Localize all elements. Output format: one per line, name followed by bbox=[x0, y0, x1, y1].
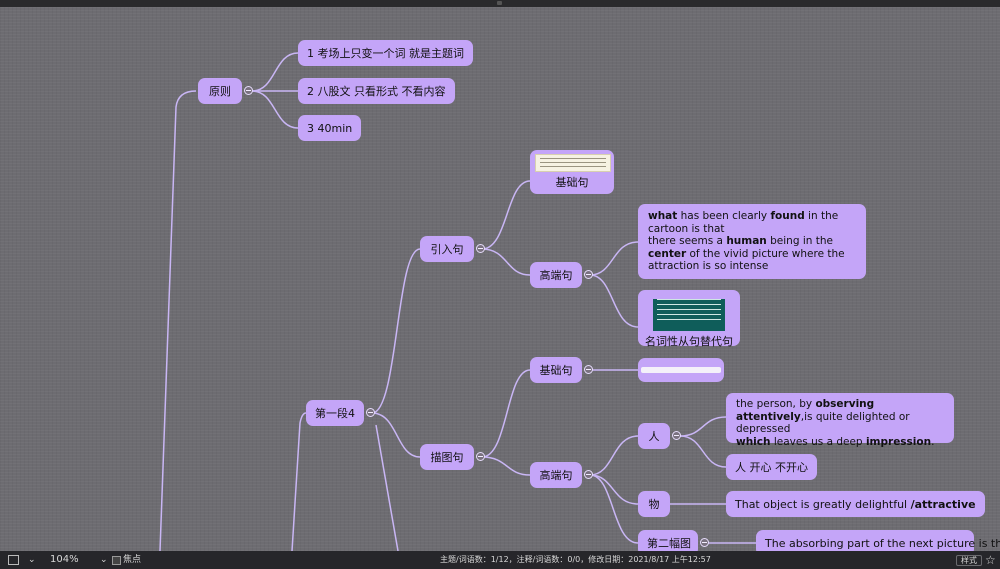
connector bbox=[589, 274, 639, 328]
collapse-toggle[interactable] bbox=[366, 408, 375, 417]
text-segment: center bbox=[648, 247, 687, 260]
focus-checkbox[interactable] bbox=[112, 556, 121, 565]
node-describe-basic[interactable]: 基础句 bbox=[530, 357, 582, 383]
collapse-toggle[interactable] bbox=[584, 470, 593, 479]
text-segment: That object is greatly delightful bbox=[735, 498, 911, 511]
status-bar: ⌄ 104% ⌄ 焦点 主题/词语数：1/12，注释/词语数：0/0，修改日期：… bbox=[0, 551, 1000, 569]
collapse-toggle[interactable] bbox=[672, 431, 681, 440]
node-label: 基础句 bbox=[555, 176, 589, 189]
connector bbox=[251, 90, 299, 129]
connector bbox=[371, 412, 421, 458]
connector bbox=[371, 248, 421, 414]
collapse-toggle[interactable] bbox=[476, 244, 485, 253]
text-segment: the person, by bbox=[736, 398, 816, 410]
sidebar-toggle-icon[interactable] bbox=[8, 555, 19, 565]
node-object[interactable]: 物 bbox=[638, 491, 670, 517]
node-principle-2[interactable]: 2 八股文 只看形式 不看内容 bbox=[298, 78, 455, 104]
node-person[interactable]: 人 bbox=[638, 423, 670, 449]
collapse-toggle[interactable] bbox=[476, 452, 485, 461]
node-intro-advanced-text[interactable]: what has been clearly found in the carto… bbox=[638, 204, 866, 279]
mindmap-canvas[interactable]: 原则 1 考场上只变一个词 就是主题词 2 八股文 只看形式 不看内容 3 40… bbox=[0, 7, 1000, 551]
connector bbox=[375, 424, 399, 551]
connector bbox=[589, 435, 639, 476]
text-segment: . bbox=[931, 435, 935, 448]
node-person-text[interactable]: the person, by observing attentively,is … bbox=[726, 393, 954, 448]
connector-lines bbox=[159, 52, 756, 551]
node-noun-clause[interactable]: 名词性从句替代句 bbox=[638, 290, 740, 348]
connector bbox=[679, 416, 727, 437]
connector bbox=[679, 435, 727, 468]
window-title-bar bbox=[0, 0, 1000, 7]
node-principle[interactable]: 原则 bbox=[198, 78, 242, 104]
node-intro[interactable]: 引入句 bbox=[420, 236, 474, 262]
style-button[interactable]: 样式 bbox=[956, 555, 982, 566]
node-object-text[interactable]: That object is greatly delightful /attra… bbox=[726, 491, 985, 517]
image-thumbnail bbox=[641, 367, 721, 373]
document-info: 主题/词语数：1/12，注释/词语数：0/0，修改日期：2021/8/17 上午… bbox=[440, 555, 711, 564]
text-segment: impression bbox=[865, 435, 932, 448]
text-segment: /attractive bbox=[910, 498, 976, 511]
zoom-chevron-icon[interactable]: ⌄ bbox=[100, 551, 108, 569]
zoom-level[interactable]: 104% bbox=[50, 551, 79, 569]
node-principle-3[interactable]: 3 40min bbox=[298, 115, 362, 141]
star-icon[interactable]: ☆ bbox=[985, 551, 996, 569]
connector bbox=[589, 474, 639, 544]
text-segment: has been clearly bbox=[677, 210, 771, 222]
focus-label: 焦点 bbox=[123, 555, 142, 565]
node-label: 名词性从句替代句 bbox=[645, 335, 733, 348]
connector bbox=[481, 369, 531, 458]
node-person-mood[interactable]: 人 开心 不开心 bbox=[726, 454, 817, 480]
connector bbox=[291, 412, 307, 551]
node-intro-basic[interactable]: 基础句 bbox=[530, 150, 614, 194]
image-thumbnail bbox=[535, 154, 611, 172]
text-segment: which bbox=[736, 435, 771, 448]
connector bbox=[589, 241, 639, 276]
connector bbox=[481, 248, 531, 276]
text-segment: what bbox=[648, 210, 678, 222]
connector bbox=[251, 52, 299, 92]
node-para1[interactable]: 第一段4 bbox=[306, 400, 364, 426]
connector bbox=[589, 474, 639, 505]
connector bbox=[159, 90, 197, 551]
text-segment: human bbox=[726, 235, 767, 247]
grip-icon bbox=[497, 1, 502, 5]
node-principle-1[interactable]: 1 考场上只变一个词 就是主题词 bbox=[298, 40, 473, 66]
node-second-picture-text[interactable]: The absorbing part of the next picture i… bbox=[756, 530, 1000, 551]
image-thumbnail bbox=[653, 299, 725, 331]
node-describe-basic-image[interactable] bbox=[638, 358, 724, 382]
collapse-toggle[interactable] bbox=[584, 270, 593, 279]
collapse-toggle[interactable] bbox=[700, 538, 709, 547]
text-segment: there seems a bbox=[648, 235, 727, 247]
collapse-toggle[interactable] bbox=[584, 365, 593, 374]
text-segment: found bbox=[770, 210, 805, 222]
node-describe-advanced[interactable]: 高端句 bbox=[530, 462, 582, 488]
text-segment: leaves us a deep bbox=[770, 435, 866, 448]
node-intro-advanced[interactable]: 高端句 bbox=[530, 262, 582, 288]
connector bbox=[481, 456, 531, 476]
text-segment: being in the bbox=[766, 235, 833, 247]
chevron-down-icon[interactable]: ⌄ bbox=[28, 551, 36, 569]
node-describe[interactable]: 描图句 bbox=[420, 444, 474, 470]
node-second-picture[interactable]: 第二幅图 bbox=[638, 530, 698, 551]
connector bbox=[481, 180, 531, 250]
collapse-toggle[interactable] bbox=[244, 86, 253, 95]
